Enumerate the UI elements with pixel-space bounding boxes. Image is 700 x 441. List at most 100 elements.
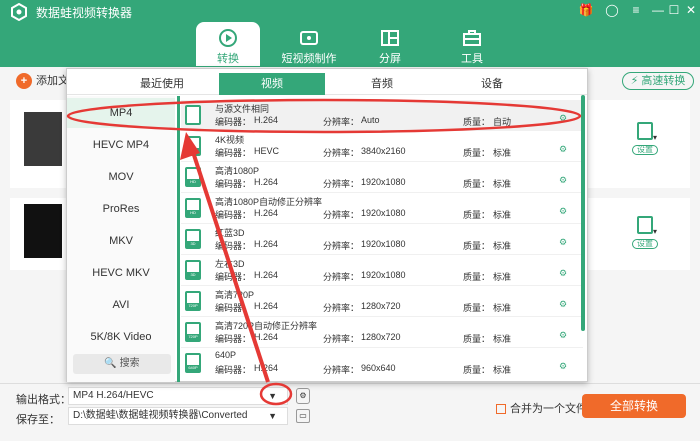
tab-audio[interactable]: 音频: [329, 73, 435, 95]
format-tag: 3D: [187, 272, 199, 278]
tab-tools[interactable]: 工具: [440, 22, 504, 66]
app-logo-icon: [11, 3, 27, 21]
quality-label: 质量：: [463, 272, 491, 282]
app-title: 数据蛙视频转换器: [36, 6, 133, 20]
menu-icon[interactable]: ≡: [627, 2, 645, 18]
quality-label: 质量：: [463, 303, 491, 313]
convert-all-button[interactable]: 全部转换: [582, 394, 686, 418]
gear-icon[interactable]: ⚙: [559, 299, 567, 310]
file-format-icon: 720P: [185, 322, 201, 342]
preset-row[interactable]: 3D 红蓝3D 编码器： H.264 分辨率： 1920x1080 质量： 标准…: [181, 224, 583, 255]
gear-icon[interactable]: ⚙: [559, 144, 567, 155]
file-format-icon: 640P: [185, 353, 201, 373]
preset-row[interactable]: 720P 高清720P 编码器： H.264 分辨率： 1280x720 质量：…: [181, 286, 583, 317]
nav-item-hevc-mp4[interactable]: HEVC MP4: [67, 130, 175, 160]
file-format-icon: [636, 122, 653, 140]
merge-checkbox[interactable]: 合并为一个文件: [496, 400, 587, 416]
resolution-label: 分辨率：: [323, 148, 360, 158]
resolution-value: Auto: [361, 115, 380, 125]
gear-icon[interactable]: ⚙: [559, 268, 567, 279]
search-button[interactable]: 🔍 搜索: [73, 354, 171, 374]
preset-name: 高清1080P自动修正分辨率: [215, 197, 323, 207]
dropdown-arrow-icon: ▾: [652, 227, 657, 236]
tab-convert-label: 转换: [217, 53, 239, 65]
settings-button[interactable]: 设置: [632, 145, 658, 155]
output-format-badge[interactable]: ▾ 设置: [632, 122, 662, 158]
preset-name: 红蓝3D: [215, 228, 245, 238]
gear-icon[interactable]: ⚙: [559, 237, 567, 248]
resolution-label: 分辨率：: [323, 117, 360, 127]
gear-icon[interactable]: ⚙: [559, 330, 567, 341]
resolution-label: 分辨率：: [323, 179, 360, 189]
tab-recent[interactable]: 最近使用: [109, 73, 215, 95]
gift-icon[interactable]: 🎁: [577, 2, 595, 18]
checkbox-icon[interactable]: [496, 404, 506, 415]
file-format-icon: HD: [185, 167, 201, 187]
nav-item-mkv[interactable]: MKV: [67, 226, 175, 256]
preset-name: 与源文件相同: [215, 104, 270, 114]
nav-item-prores[interactable]: ProRes: [67, 194, 175, 224]
output-format-label: 输出格式：: [16, 394, 71, 406]
tab-short-video[interactable]: 短视频制作: [277, 22, 341, 66]
encoder-label: 编码器：: [215, 334, 252, 344]
search-label: 搜索: [119, 358, 140, 369]
quality-label: 质量：: [463, 334, 491, 344]
save-path-value: D:\数据蛙\数据蛙视频转换器\Converted: [73, 410, 248, 421]
resolution-label: 分辨率：: [323, 365, 360, 375]
preset-scrollbar[interactable]: [581, 95, 585, 331]
chevron-down-icon[interactable]: ▼: [268, 388, 277, 404]
resolution-label: 分辨率：: [323, 272, 360, 282]
encoder-value: H.264: [254, 115, 279, 125]
split-screen-icon: [381, 30, 399, 46]
encoder-value: H.264: [254, 332, 279, 342]
save-path-select[interactable]: D:\数据蛙\数据蛙视频转换器\Converted ▼: [68, 407, 288, 425]
encoder-label: 编码器：: [215, 241, 252, 251]
gear-icon[interactable]: ⚙: [559, 113, 567, 124]
fast-convert-button[interactable]: ⚡ 高速转换: [622, 72, 694, 90]
tab-convert[interactable]: 转换: [196, 22, 260, 66]
nav-item-avi[interactable]: AVI: [67, 290, 175, 320]
settings-button[interactable]: 设置: [632, 239, 658, 249]
video-thumbnail[interactable]: [24, 112, 62, 166]
video-thumbnail[interactable]: [24, 204, 62, 258]
close-icon[interactable]: ✕: [682, 2, 700, 18]
resolution-value: 1920x1080: [361, 208, 406, 218]
gear-icon[interactable]: ⚙: [559, 206, 567, 217]
nav-item-mov[interactable]: MOV: [67, 162, 175, 192]
tab-split-screen-label: 分屏: [379, 53, 401, 65]
quality-label: 质量：: [463, 179, 491, 189]
preset-row[interactable]: 与源文件相同 编码器： H.264 分辨率： Auto 质量： 自动 ⚙: [181, 100, 583, 131]
chevron-down-icon[interactable]: ▼: [268, 408, 277, 424]
preset-row[interactable]: 4K 4K视频 编码器： HEVC 分辨率： 3840x2160 质量： 标准 …: [181, 131, 583, 162]
preset-name: 640P: [215, 350, 237, 360]
preset-row[interactable]: 3D 左右3D 编码器： H.264 分辨率： 1920x1080 质量： 标准…: [181, 255, 583, 286]
maximize-icon[interactable]: ☐: [665, 2, 683, 18]
file-format-icon: 3D: [185, 229, 201, 249]
format-tag: 640P: [187, 365, 199, 371]
resolution-label: 分辨率：: [323, 334, 360, 344]
tab-split-screen[interactable]: 分屏: [358, 22, 422, 66]
quality-label: 质量：: [463, 241, 491, 251]
preset-row[interactable]: HD 高清1080P 编码器： H.264 分辨率： 1920x1080 质量：…: [181, 162, 583, 193]
output-format-badge[interactable]: ▾ 设置: [632, 216, 662, 252]
preset-row[interactable]: HD 高清1080P自动修正分辨率 编码器： H.264 分辨率： 1920x1…: [181, 193, 583, 224]
nav-item-mp4[interactable]: MP4: [67, 98, 175, 128]
gear-icon[interactable]: ⚙: [559, 361, 567, 372]
folder-icon[interactable]: ▭: [296, 409, 310, 423]
dropdown-arrow-icon: ▾: [652, 133, 657, 142]
nav-item-5k8k-video[interactable]: 5K/8K Video: [67, 322, 175, 352]
resolution-value: 1280x720: [361, 332, 401, 342]
preset-row[interactable]: 640P 640P 编码器： H.264 分辨率： 960x640 质量： 标准…: [181, 348, 583, 379]
user-icon[interactable]: ◯: [603, 2, 621, 18]
search-icon: 🔍: [104, 358, 117, 369]
output-format-select[interactable]: MP4 H.264/HEVC ▼: [68, 387, 288, 405]
tab-device[interactable]: 设备: [439, 73, 545, 95]
quality-value: 标准: [493, 210, 512, 220]
output-settings-icon[interactable]: ⚙: [296, 388, 310, 404]
short-video-icon: [300, 31, 318, 45]
nav-item-hevc-mkv[interactable]: HEVC MKV: [67, 258, 175, 288]
quality-value: 标准: [493, 365, 512, 375]
gear-icon[interactable]: ⚙: [559, 175, 567, 186]
preset-row[interactable]: 720P 高清720P自动修正分辨率 编码器： H.264 分辨率： 1280x…: [181, 317, 583, 348]
tab-video[interactable]: 视频: [219, 73, 325, 95]
